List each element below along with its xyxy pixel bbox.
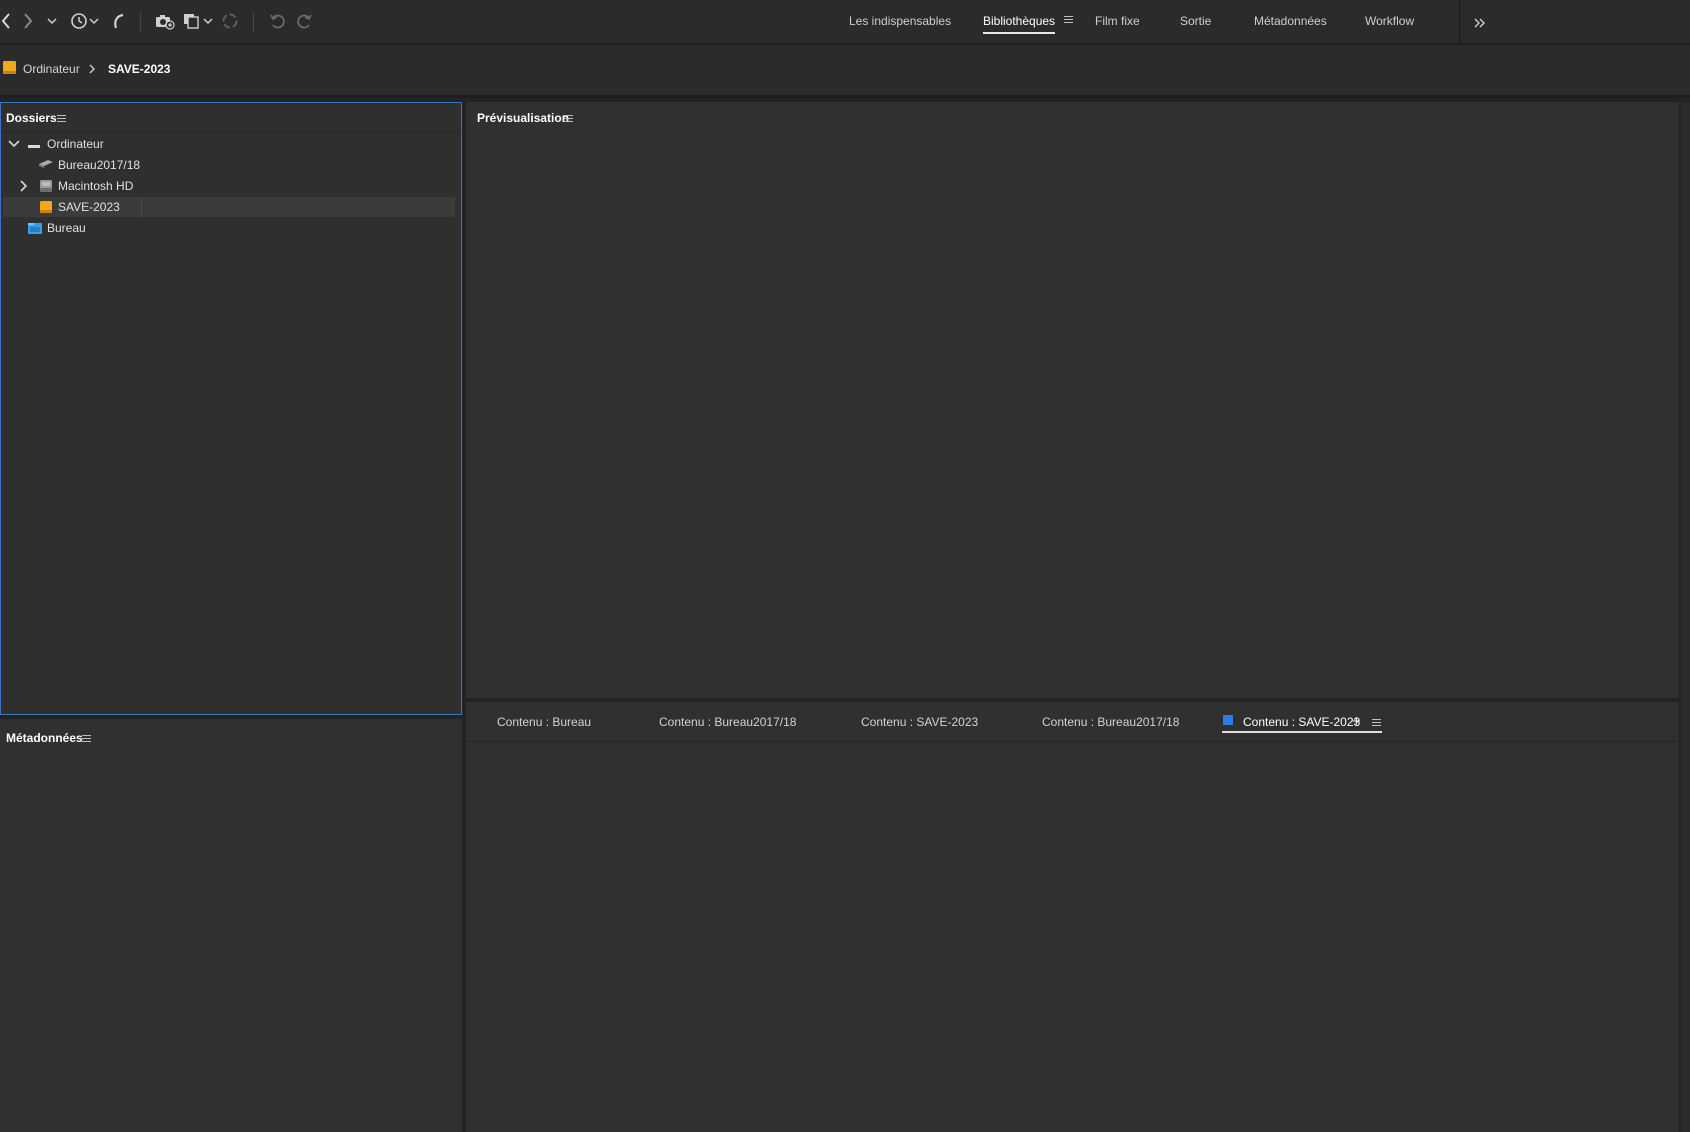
add-tab-icon[interactable]: + <box>1352 713 1361 730</box>
content-tab-bureau[interactable]: Contenu : Bureau <box>497 715 591 729</box>
expanded-chevron-icon[interactable] <box>8 138 20 152</box>
preview-panel-menu-icon[interactable] <box>564 114 574 123</box>
tree-item-macintosh-hd[interactable]: Macintosh HD <box>3 176 455 196</box>
workspace-tab-filmstrip[interactable]: Film fixe <box>1095 14 1140 34</box>
selection-edge <box>141 197 142 217</box>
content-tab-save-2023-active[interactable]: Contenu : SAVE-2023 <box>1243 715 1360 729</box>
refine-dropdown-icon[interactable] <box>182 10 214 32</box>
tree-item-label: Bureau <box>47 221 86 235</box>
folders-panel: Dossiers Ordinateur Bureau2017/18 Macint… <box>0 102 462 715</box>
metadata-panel-title[interactable]: Métadonnées <box>6 731 83 745</box>
content-panel: Contenu : Bureau Contenu : Bureau2017/18… <box>466 702 1679 1132</box>
top-toolbar: Les indispensables Bibliothèques Film fi… <box>0 0 1690 44</box>
breadcrumb-save-2023[interactable]: SAVE-2023 <box>108 62 170 76</box>
content-tab-bar: Contenu : Bureau Contenu : Bureau2017/18… <box>466 702 1679 742</box>
recent-files-clock-icon[interactable] <box>70 10 100 32</box>
workspace-tab-libraries[interactable]: Bibliothèques <box>983 14 1056 34</box>
content-panel-menu-icon[interactable] <box>1372 718 1382 727</box>
folders-panel-header: Dossiers <box>1 103 461 133</box>
tree-item-label: Macintosh HD <box>58 179 134 193</box>
active-tab-color-indicator <box>1223 715 1233 725</box>
tree-item-ordinateur[interactable]: Ordinateur <box>3 134 455 154</box>
tree-item-label: SAVE-2023 <box>58 200 120 214</box>
workspace-menu-icon[interactable] <box>1064 15 1074 25</box>
get-photos-camera-icon[interactable] <box>154 10 176 32</box>
content-tab-bureau2017-18-second[interactable]: Contenu : Bureau2017/18 <box>1042 715 1179 729</box>
workspace-tab-metadata[interactable]: Métadonnées <box>1254 14 1327 34</box>
metadata-panel-menu-icon[interactable] <box>82 734 92 743</box>
folders-panel-menu-icon[interactable] <box>57 114 67 123</box>
breadcrumb-ordinateur[interactable]: Ordinateur <box>23 62 80 76</box>
toolbar-divider <box>1459 0 1460 44</box>
content-tab-save-2023[interactable]: Contenu : SAVE-2023 <box>861 715 978 729</box>
desktop-folder-icon <box>27 221 43 238</box>
tree-item-save-2023[interactable]: SAVE-2023 <box>3 197 455 217</box>
right-panel-edge <box>1681 102 1690 1132</box>
boomerang-icon[interactable] <box>110 10 128 32</box>
external-drive-icon <box>38 200 54 217</box>
rotate-left-icon <box>268 10 288 32</box>
tree-item-bureau2017-18[interactable]: Bureau2017/18 <box>3 155 455 175</box>
metadata-panel: Métadonnées <box>0 719 462 1132</box>
tree-item-bureau[interactable]: Bureau <box>3 218 455 238</box>
back-arrow-icon[interactable] <box>0 10 12 32</box>
sync-disabled-icon <box>220 10 240 32</box>
collapsed-chevron-icon[interactable] <box>19 180 29 195</box>
workspace-tab-output[interactable]: Sortie <box>1180 14 1211 34</box>
active-tab-underline <box>1222 731 1382 733</box>
rotate-right-icon <box>294 10 314 32</box>
network-drive-icon <box>38 158 54 173</box>
computer-icon <box>27 140 41 154</box>
workspace-tab-essentials[interactable]: Les indispensables <box>849 14 951 34</box>
preview-panel-title[interactable]: Prévisualisation <box>477 111 569 125</box>
breadcrumb-separator-chevron-icon[interactable] <box>88 63 96 78</box>
history-dropdown-chevron-icon[interactable] <box>46 10 58 32</box>
content-tab-bureau2017-18[interactable]: Contenu : Bureau2017/18 <box>659 715 796 729</box>
external-drive-icon <box>2 60 18 79</box>
forward-arrow-icon[interactable] <box>22 10 34 32</box>
workspace-tab-workflow[interactable]: Workflow <box>1365 14 1414 34</box>
path-bar: Ordinateur SAVE-2023 <box>0 45 1690 98</box>
toolbar-separator <box>253 12 254 32</box>
tree-item-label: Ordinateur <box>47 137 104 151</box>
tree-item-label: Bureau2017/18 <box>58 158 141 172</box>
double-chevron-right-icon[interactable] <box>1472 12 1488 34</box>
folders-panel-title[interactable]: Dossiers <box>6 111 57 125</box>
hard-drive-icon <box>38 179 54 196</box>
toolbar-separator <box>140 12 141 32</box>
preview-panel: Prévisualisation <box>466 102 1679 698</box>
